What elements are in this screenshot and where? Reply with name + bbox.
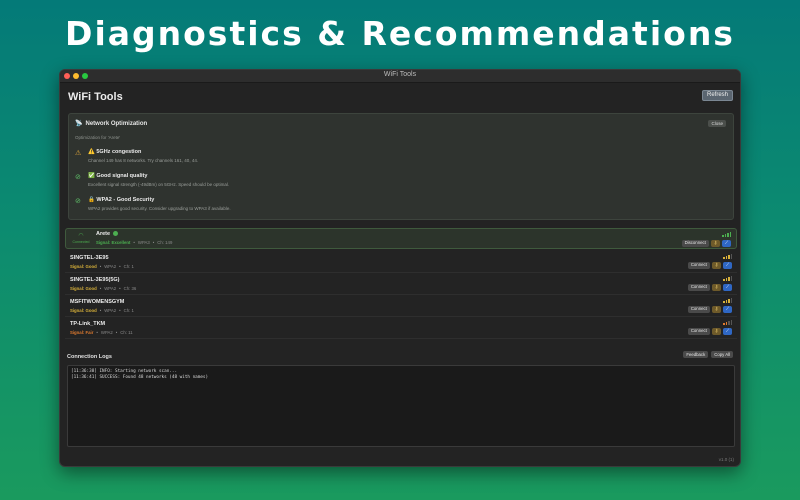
app-title: WiFi Tools xyxy=(68,91,123,103)
optimization-panel: 📡 Network Optimization Close Optimization… xyxy=(68,113,734,220)
check-circle-icon: ⊘ xyxy=(75,198,81,205)
connect-button[interactable]: Connect xyxy=(687,306,710,313)
network-name: Arete xyxy=(96,231,119,237)
signal-label: Signal: Good xyxy=(70,286,97,291)
connect-button[interactable]: Connect xyxy=(687,328,710,335)
recommendation-description: Channel 149 has 8 networks. Try channels… xyxy=(88,158,199,163)
signal-label: Signal: Good xyxy=(70,308,97,313)
network-actions: Connect ⚷ ⟋ xyxy=(687,284,732,291)
recommendation-title: ⚠️ 5GHz congestion xyxy=(88,149,142,155)
key-icon[interactable]: ⚷ xyxy=(710,240,720,247)
security-label: WPA2 xyxy=(104,264,117,269)
logs-actions: Feedback Copy All xyxy=(683,351,733,358)
network-name: TP-Link_TKM xyxy=(70,321,106,327)
logs-title: Connection Logs xyxy=(67,354,112,360)
signal-label: Signal: Excellent xyxy=(96,240,131,245)
wand-icon[interactable]: ⟋ xyxy=(721,240,731,247)
recommendation-description: WPA2 provides good security. Consider up… xyxy=(88,206,231,211)
warning-triangle-icon: ⚠ xyxy=(75,150,82,157)
connected-check-icon xyxy=(113,231,119,237)
network-actions: Connect ⚷ ⟋ xyxy=(687,328,732,335)
channel-label: Ch: 1 xyxy=(123,308,134,313)
network-row[interactable]: SINGTEL-3E95 Signal: Good • WPA2 • Ch: 1 Con… xyxy=(65,251,737,273)
security-label: WPA2 xyxy=(104,308,117,313)
signal-label: Signal: Fair xyxy=(70,330,94,335)
log-line: [11:36:41] SUCCESS: Found 48 networks (4… xyxy=(71,375,209,380)
security-label: WPA2 xyxy=(100,330,113,335)
copy-all-button[interactable]: Copy All xyxy=(711,351,733,358)
network-list: ◠ Connected Arete Signal: Excellent • WPA3… xyxy=(65,228,737,339)
key-icon[interactable]: ⚷ xyxy=(711,284,721,291)
network-meta: Signal: Excellent • WPA3 • Ch: 149 xyxy=(96,240,173,245)
network-actions: Connect ⚷ ⟋ xyxy=(687,306,732,313)
connect-button[interactable]: Connect xyxy=(687,262,710,269)
app-header: WiFi Tools Refresh xyxy=(60,83,740,111)
security-label: WPA3 xyxy=(137,240,150,245)
channel-label: Ch: 149 xyxy=(157,240,173,245)
network-name: SINGTEL-3E95 xyxy=(70,255,109,261)
channel-label: Ch: 36 xyxy=(123,286,137,291)
connected-label: Connected xyxy=(72,240,90,244)
signal-label: Signal: Good xyxy=(70,264,97,269)
network-meta: Signal: Good • WPA2 • Ch: 1 xyxy=(70,308,134,313)
refresh-button[interactable]: Refresh xyxy=(701,90,733,101)
network-row-connected[interactable]: ◠ Connected Arete Signal: Excellent • WPA3… xyxy=(65,228,737,249)
network-row[interactable]: MSFITWOMENSGYM Signal: Good • WPA2 • Ch: 1 C… xyxy=(65,295,737,317)
channel-label: Ch: 11 xyxy=(120,330,133,335)
security-label: WPA2 xyxy=(104,286,117,291)
marketing-headline: Diagnostics & Recommendations xyxy=(65,14,735,53)
recommendation-title: 🔒 WPA2 - Good Security xyxy=(88,197,155,203)
connect-button[interactable]: Connect xyxy=(687,284,710,291)
signal-bars-icon xyxy=(723,298,732,303)
network-name: SINGTEL-3E95(5G) xyxy=(70,277,120,283)
optimization-header: 📡 Network Optimization xyxy=(75,120,147,127)
recommendation-title: ✅ Good signal quality xyxy=(88,173,148,179)
network-name: MSFITWOMENSGYM xyxy=(70,299,125,305)
network-meta: Signal: Good • WPA2 • Ch: 36 xyxy=(70,286,137,291)
signal-bars-icon xyxy=(723,320,732,325)
version-label: v1.0 (1) xyxy=(718,457,734,462)
satellite-icon: 📡 xyxy=(75,121,83,127)
key-icon[interactable]: ⚷ xyxy=(711,328,721,335)
wifi-icon: ◠ xyxy=(78,233,84,239)
key-icon[interactable]: ⚷ xyxy=(711,306,721,313)
wand-icon[interactable]: ⟋ xyxy=(722,328,732,335)
network-actions: Disconnect ⚷ ⟋ xyxy=(681,240,731,247)
key-icon[interactable]: ⚷ xyxy=(711,262,721,269)
network-meta: Signal: Good • WPA2 • Ch: 1 xyxy=(70,264,134,269)
app-window: WiFi Tools WiFi Tools Refresh 📡 Network O… xyxy=(59,69,741,467)
wand-icon[interactable]: ⟋ xyxy=(722,262,732,269)
connected-badge: ◠ Connected xyxy=(70,233,92,244)
network-meta: Signal: Fair • WPA2 • Ch: 11 xyxy=(70,330,133,335)
wand-icon[interactable]: ⟋ xyxy=(722,306,732,313)
channel-label: Ch: 1 xyxy=(123,264,134,269)
signal-bars-icon xyxy=(723,276,732,281)
feedback-button[interactable]: Feedback xyxy=(683,351,709,358)
optimization-subtitle: Optimization for 'Arete' xyxy=(75,135,121,140)
check-circle-icon: ⊘ xyxy=(75,174,81,181)
window-title: WiFi Tools xyxy=(383,71,417,78)
signal-bars-icon xyxy=(723,254,732,259)
close-optimization-button[interactable]: Close xyxy=(708,120,726,127)
signal-bars-icon xyxy=(722,232,731,237)
recommendation-description: Excellent signal strength (-49dBm) on 5G… xyxy=(88,182,230,187)
network-row[interactable]: SINGTEL-3E95(5G) Signal: Good • WPA2 • Ch: 3… xyxy=(65,273,737,295)
network-row[interactable]: TP-Link_TKM Signal: Fair • WPA2 • Ch: 11 Con… xyxy=(65,317,737,339)
window-titlebar: WiFi Tools xyxy=(60,70,740,83)
logs-textarea[interactable]: [11:36:38] INFO: Starting network scan..… xyxy=(67,365,735,447)
disconnect-button[interactable]: Disconnect xyxy=(681,240,709,247)
wand-icon[interactable]: ⟋ xyxy=(722,284,732,291)
optimization-title: Network Optimization xyxy=(85,121,148,127)
network-actions: Connect ⚷ ⟋ xyxy=(687,262,732,269)
